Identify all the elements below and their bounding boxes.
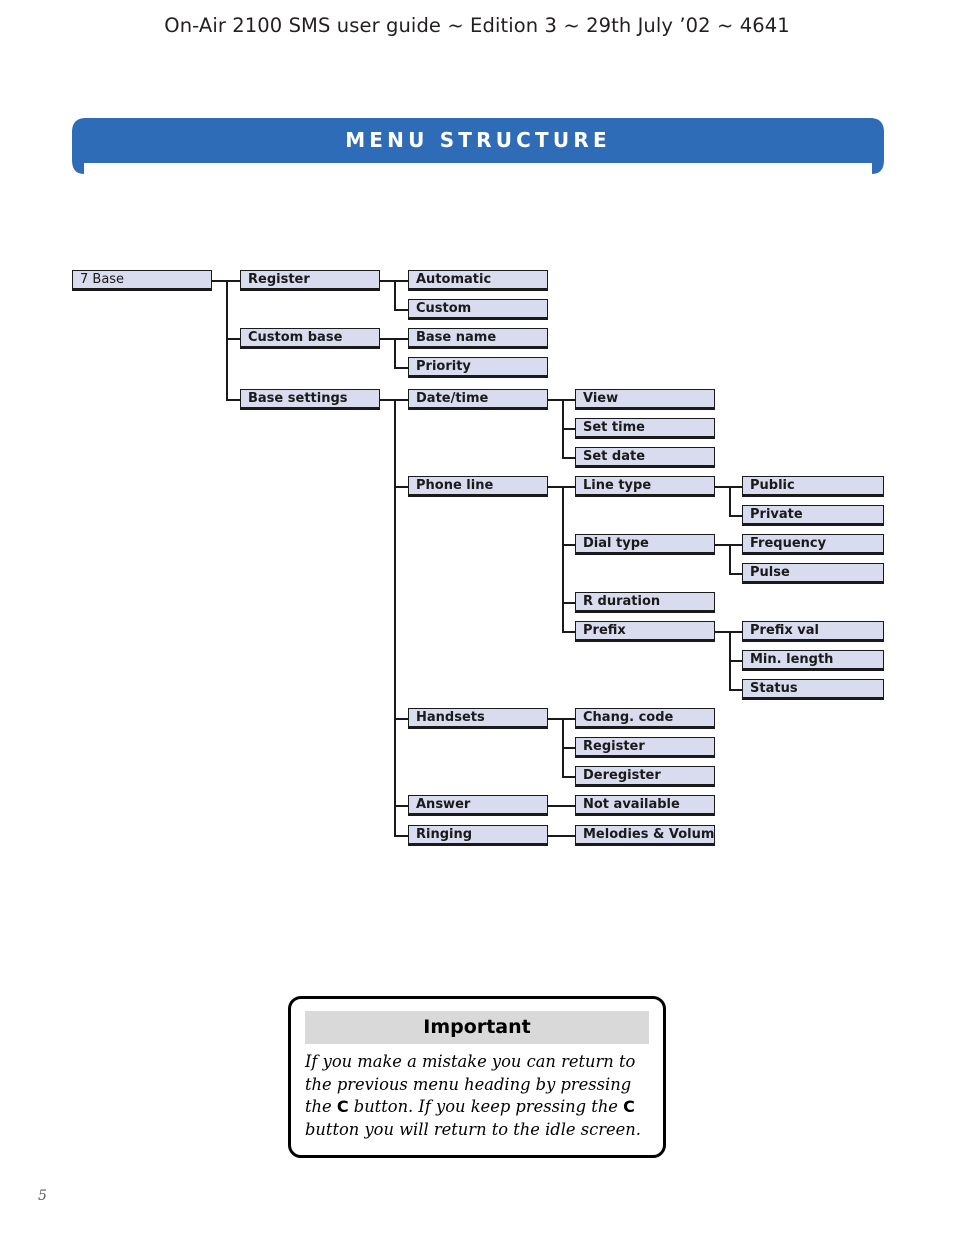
connector — [548, 805, 578, 807]
node-handsets[interactable]: Handsets — [408, 708, 548, 729]
callout-text-2: button. If you keep pressing the — [348, 1097, 624, 1116]
node-automatic[interactable]: Automatic — [408, 270, 548, 291]
node-base-name[interactable]: Base name — [408, 328, 548, 349]
node-min-length[interactable]: Min. length — [742, 650, 884, 671]
node-view[interactable]: View — [575, 389, 715, 410]
connector — [394, 280, 396, 310]
callout-key-c-2: C — [623, 1097, 635, 1116]
connector — [394, 399, 396, 836]
node-line-type[interactable]: Line type — [575, 476, 715, 497]
connector — [562, 486, 564, 632]
node-base[interactable]: 7 Base — [72, 270, 212, 291]
connector — [394, 338, 396, 368]
node-register[interactable]: Register — [240, 270, 380, 291]
node-status[interactable]: Status — [742, 679, 884, 700]
important-callout-heading: Important — [305, 1011, 649, 1044]
node-set-date[interactable]: Set date — [575, 447, 715, 468]
node-priority[interactable]: Priority — [408, 357, 548, 378]
node-frequency[interactable]: Frequency — [742, 534, 884, 555]
connector — [548, 835, 578, 837]
important-callout-body: If you make a mistake you can return to … — [305, 1051, 649, 1141]
node-set-time[interactable]: Set time — [575, 418, 715, 439]
node-custom-base[interactable]: Custom base — [240, 328, 380, 349]
node-register-handset[interactable]: Register — [575, 737, 715, 758]
node-prefix-val[interactable]: Prefix val — [742, 621, 884, 642]
node-base-settings[interactable]: Base settings — [240, 389, 380, 410]
page-number: 5 — [38, 1188, 47, 1204]
node-date-time[interactable]: Date/time — [408, 389, 548, 410]
node-r-duration[interactable]: R duration — [575, 592, 715, 613]
node-melodies-volume[interactable]: Melodies & Volume — [575, 825, 715, 846]
node-prefix[interactable]: Prefix — [575, 621, 715, 642]
connector — [729, 486, 731, 516]
node-deregister[interactable]: Deregister — [575, 766, 715, 787]
node-public[interactable]: Public — [742, 476, 884, 497]
node-private[interactable]: Private — [742, 505, 884, 526]
callout-text-3: button you will return to the idle scree… — [305, 1119, 641, 1139]
connector — [226, 280, 228, 400]
node-answer[interactable]: Answer — [408, 795, 548, 816]
node-not-available[interactable]: Not available — [575, 795, 715, 816]
callout-key-c-1: C — [336, 1097, 349, 1116]
important-callout: Important If you make a mistake you can … — [288, 996, 666, 1158]
connector — [729, 544, 731, 574]
node-pulse[interactable]: Pulse — [742, 563, 884, 584]
node-custom[interactable]: Custom — [408, 299, 548, 320]
node-phone-line[interactable]: Phone line — [408, 476, 548, 497]
node-chang-code[interactable]: Chang. code — [575, 708, 715, 729]
node-dial-type[interactable]: Dial type — [575, 534, 715, 555]
node-ringing[interactable]: Ringing — [408, 825, 548, 846]
